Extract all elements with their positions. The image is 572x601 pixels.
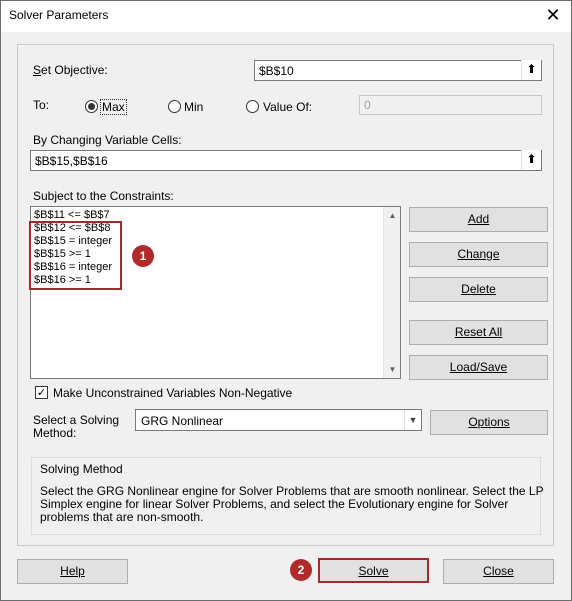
changing-cells-value: $B$15,$B$16 [35,154,108,168]
options-button[interactable]: Options [430,410,548,435]
radio-min[interactable] [168,100,181,113]
constraints-label: Subject to the Constraints: [33,189,174,203]
changing-cells-label: By Changing Variable Cells: [33,133,182,147]
value-of-input[interactable]: 0 [359,95,542,115]
scroll-down-icon[interactable]: ▼ [384,361,401,378]
constraints-scrollbar[interactable]: ▲ ▼ [383,207,400,378]
radio-max-label[interactable]: Max [100,99,127,115]
objective-collapse-icon[interactable]: ⬆ [521,60,541,80]
load-save-button[interactable]: Load/Save [409,355,548,380]
close-button-label: Close [483,564,514,578]
help-button[interactable]: Help [17,559,128,584]
change-button[interactable]: Change [409,242,548,267]
radio-value-of-label[interactable]: Value Of: [263,100,312,114]
objective-value: $B$10 [259,64,294,78]
close-button[interactable]: Close [443,559,554,584]
changing-cells-collapse-icon[interactable]: ⬆ [521,150,541,170]
solving-method-value: GRG Nonlinear [141,414,224,428]
add-button-label: Add [467,212,490,226]
radio-min-label[interactable]: Min [184,100,203,114]
reset-all-button[interactable]: Reset All [409,320,548,345]
solving-method-heading: Solving Method [40,462,123,476]
add-button[interactable]: Add [409,207,548,232]
close-icon[interactable]: ✕ [541,4,565,28]
radio-max-dot [88,103,95,110]
load-save-button-label: Load/Save [449,360,508,374]
solve-button[interactable]: Solve [318,558,429,583]
help-button-label: Help [60,564,85,578]
delete-button[interactable]: Delete [409,277,548,302]
to-label: To: [33,98,50,112]
options-button-label: Options [468,415,510,429]
nonneg-label[interactable]: Make Unconstrained Variables Non-Negativ… [53,386,292,400]
changing-cells-input[interactable]: $B$15,$B$16 [30,150,542,171]
value-of-value: 0 [364,98,371,112]
dialog-title: Solver Parameters [9,8,109,22]
solving-method-label-line2: Method: [33,426,77,440]
solving-method-text-line1: Select the GRG Nonlinear engine for Solv… [40,484,544,498]
objective-input[interactable]: $B$10 [254,60,542,81]
radio-max[interactable] [85,100,98,113]
set-objective-label: Set Objective: [33,63,108,77]
constraints-highlight-box [29,221,122,290]
solving-method-text-line3: problems that are non-smooth. [40,510,204,524]
set-objective-label-text: et Objective: [41,63,108,77]
solving-method-select[interactable]: GRG Nonlinear [135,409,422,431]
chevron-down-icon[interactable]: ▼ [404,410,421,430]
nonneg-checkbox[interactable]: ✓ [35,386,48,399]
scroll-up-icon[interactable]: ▲ [384,207,401,224]
step-badge-2: 2 [290,559,312,581]
solving-method-text-line2: Simplex engine for linear Solver Problem… [40,497,509,511]
reset-all-button-label: Reset All [454,325,503,339]
solving-method-label-line1: Select a Solving [33,413,120,427]
constraint-item[interactable]: $B$11 <= $B$7 [34,209,110,221]
solve-button-label: Solve [358,564,389,578]
step-badge-1: 1 [132,245,154,267]
change-button-label: Change [457,247,500,261]
radio-value-of[interactable] [246,100,259,113]
delete-button-label: Delete [461,282,496,296]
